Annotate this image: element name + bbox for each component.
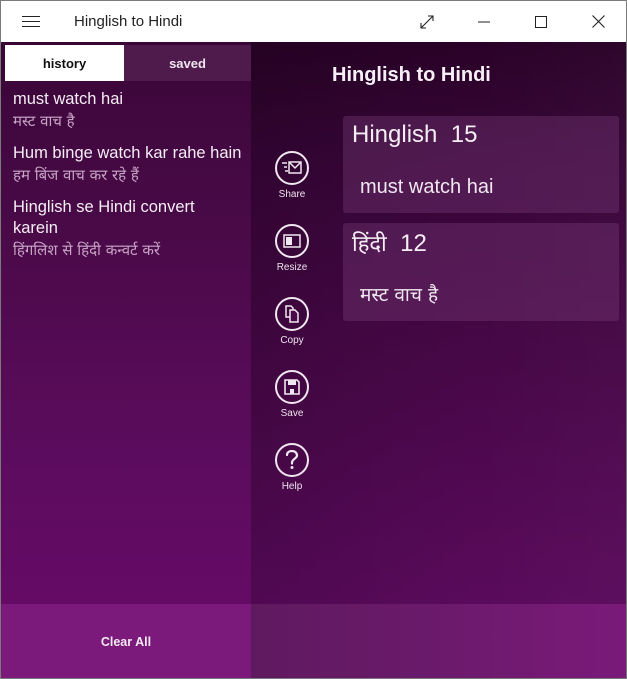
share-mail-icon: [275, 151, 309, 185]
history-hinglish-text: Hum binge watch kar rahe hain: [13, 144, 242, 162]
action-bar: Share Resize Copy Save Help: [275, 151, 309, 516]
copy-label: Copy: [280, 335, 304, 346]
window-title: Hinglish to Hindi: [74, 13, 183, 30]
input-language-label: Hinglish: [352, 121, 438, 148]
hinglish-input-card[interactable]: Hinglish 15 must watch hai: [343, 116, 619, 213]
copy-icon: [275, 297, 309, 331]
input-char-count: 15: [450, 121, 478, 148]
panel-tabs: history saved: [5, 45, 251, 81]
history-item[interactable]: Hum binge watch kar rahe hain हम बिंज वा…: [13, 143, 243, 186]
help-icon: [275, 443, 309, 477]
hindi-card-header: हिंदी 12: [352, 228, 427, 258]
resize-icon: [275, 224, 309, 258]
hamburger-menu-icon[interactable]: [18, 11, 44, 31]
page-title: Hinglish to Hindi: [332, 64, 491, 86]
resize-label: Resize: [276, 262, 308, 273]
hinglish-input-text[interactable]: must watch hai: [360, 176, 493, 199]
app-window: Hinglish to Hindi history saved must wat…: [0, 0, 627, 679]
history-hinglish-text: must watch hai: [13, 90, 124, 108]
share-button[interactable]: Share: [275, 151, 309, 224]
history-hindi-text: हम बिंज वाच कर रहे हैं: [13, 166, 139, 184]
bottom-bar: [251, 604, 626, 678]
resize-button[interactable]: Resize: [275, 224, 309, 297]
minimize-icon[interactable]: [461, 1, 507, 42]
close-icon[interactable]: [575, 1, 621, 42]
tab-history[interactable]: history: [5, 45, 124, 81]
save-button[interactable]: Save: [275, 370, 309, 443]
help-label: Help: [281, 481, 303, 492]
maximize-icon[interactable]: [518, 1, 564, 42]
hindi-output-text: मस्ट वाच है: [360, 284, 439, 306]
expand-icon[interactable]: [404, 1, 450, 42]
clear-all-button[interactable]: Clear All: [101, 635, 151, 649]
history-list: must watch hai मस्ट वाच है Hum binge wat…: [13, 89, 243, 272]
history-item[interactable]: must watch hai मस्ट वाच है: [13, 89, 243, 132]
history-hinglish-text: Hinglish se Hindi convert karein: [13, 198, 195, 237]
tab-saved[interactable]: saved: [124, 45, 251, 81]
output-char-count: 12: [400, 230, 427, 257]
save-icon: [275, 370, 309, 404]
history-panel: history saved must watch hai मस्ट वाच है…: [1, 42, 251, 678]
history-hindi-text: हिंगलिश से हिंदी कन्वर्ट करें: [13, 241, 161, 259]
history-hindi-text: मस्ट वाच है: [13, 112, 75, 130]
share-label: Share: [278, 189, 306, 200]
translator-panel: Hinglish to Hindi Share Resize Copy Save…: [251, 42, 626, 678]
history-item[interactable]: Hinglish se Hindi convert karein हिंगलिश…: [13, 197, 243, 261]
title-bar: Hinglish to Hindi: [1, 1, 626, 42]
help-button[interactable]: Help: [275, 443, 309, 516]
hinglish-card-header: Hinglish 15: [352, 121, 477, 149]
copy-button[interactable]: Copy: [275, 297, 309, 370]
hindi-output-card: हिंदी 12 मस्ट वाच है: [343, 223, 619, 321]
clear-all-bar: Clear All: [1, 604, 251, 678]
output-language-label: हिंदी: [352, 232, 387, 257]
save-label: Save: [280, 408, 304, 419]
